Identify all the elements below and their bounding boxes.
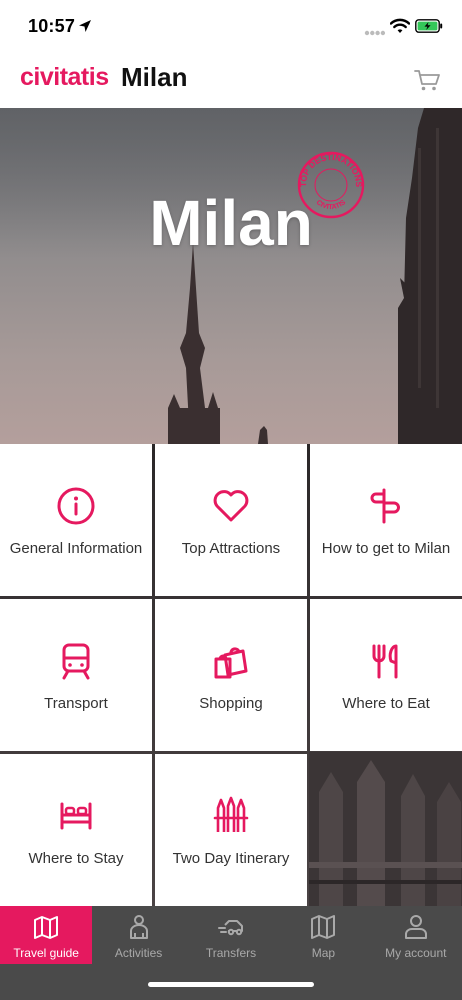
svg-text:TOP DESTINATIONS: TOP DESTINATIONS: [298, 152, 364, 188]
tile-top-attractions[interactable]: Top Attractions: [155, 444, 307, 596]
tab-label: My account: [385, 946, 447, 960]
tab-activities[interactable]: Activities: [92, 906, 184, 964]
tile-label: General Information: [9, 540, 143, 557]
tile-label: Shopping: [199, 695, 263, 712]
badge-text: TOP DESTINATIONS: [298, 152, 364, 188]
tab-transfers[interactable]: Transfers: [185, 906, 277, 964]
tile-label: Two Day Itinerary: [172, 850, 290, 867]
cathedral-facade-image: [309, 752, 462, 906]
tile-shopping[interactable]: Shopping: [155, 599, 307, 751]
cart-icon[interactable]: [412, 66, 442, 94]
page-title: Milan: [121, 62, 188, 92]
map-book-icon: [34, 916, 59, 939]
cathedral-skyline-image: [0, 108, 462, 444]
tile-label: Transport: [44, 695, 108, 712]
map-icon: [311, 915, 336, 939]
home-indicator[interactable]: [148, 982, 314, 987]
signal-dots-icon: [364, 30, 386, 36]
fork-knife-icon: [372, 644, 398, 679]
tab-label: Map: [311, 946, 336, 960]
hero-title: Milan: [149, 187, 313, 259]
top-destinations-badge: TOP DESTINATIONS CIVITATIS: [297, 151, 365, 219]
tab-bar: Travel guide Activities Transfers Map My…: [0, 906, 462, 1000]
bed-icon: [60, 802, 92, 830]
brand-logo: civitatis: [20, 63, 109, 91]
info-icon: [57, 487, 95, 525]
location-arrow-icon: [79, 20, 91, 32]
wifi-icon: [390, 18, 410, 33]
tile-where-to-stay[interactable]: Where to Stay: [0, 754, 152, 906]
tab-map[interactable]: Map: [277, 906, 369, 964]
tile-how-to-get[interactable]: How to get to Milan: [310, 444, 462, 596]
shopping-bags-icon: [214, 647, 248, 679]
heart-icon: [213, 490, 249, 522]
battery-charging-icon: [415, 19, 443, 33]
tile-label: Top Attractions: [181, 540, 281, 557]
status-bar: 10:57: [0, 0, 462, 54]
tile-two-day-itinerary[interactable]: Two Day Itinerary: [155, 754, 307, 906]
train-icon: [62, 643, 90, 680]
tile-label: Where to Eat: [342, 695, 430, 712]
tab-label: Travel guide: [13, 946, 79, 960]
hero-banner: Milan TOP DESTINATIONS CIVITATIS: [0, 108, 462, 444]
tile-where-to-eat[interactable]: Where to Eat: [310, 599, 462, 751]
tile-label: Where to Stay: [28, 850, 124, 867]
tile-transport[interactable]: Transport: [0, 599, 152, 751]
tab-label: Activities: [114, 946, 163, 960]
itinerary-icon: [213, 796, 249, 832]
tile-label: How to get to Milan: [321, 540, 451, 557]
tile-general-information[interactable]: General Information: [0, 444, 152, 596]
menu-grid: General Information Top Attractions How …: [0, 444, 462, 906]
user-icon: [404, 915, 427, 939]
app-header: civitatis Milan: [0, 54, 462, 108]
person-icon: [129, 915, 148, 939]
tab-travel-guide[interactable]: Travel guide: [0, 906, 93, 964]
tab-my-account[interactable]: My account: [370, 906, 462, 964]
signpost-icon: [370, 488, 400, 524]
transfer-car-icon: [217, 920, 243, 936]
tab-label: Transfers: [205, 946, 257, 960]
status-time: 10:57: [28, 16, 76, 36]
